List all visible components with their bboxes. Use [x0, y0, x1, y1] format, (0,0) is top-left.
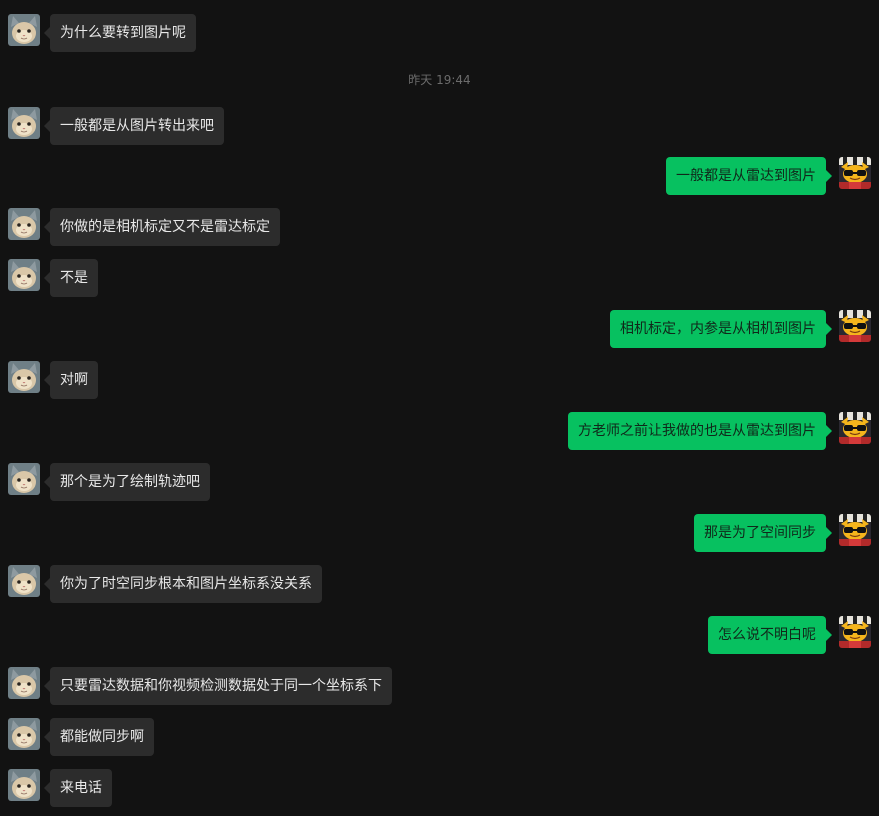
- outgoing-message: 相机标定，内参是从相机到图片: [0, 310, 879, 350]
- outgoing-message: 那是为了空间同步: [0, 514, 879, 554]
- incoming-message: 不是: [0, 259, 879, 299]
- cat-avatar-icon[interactable]: [8, 463, 40, 495]
- incoming-message: 你做的是相机标定又不是雷达标定: [0, 208, 879, 248]
- incoming-message: 那个是为了绘制轨迹吧: [0, 463, 879, 503]
- message-bubble[interactable]: 不是: [44, 259, 98, 297]
- outgoing-message: 怎么说不明白呢: [0, 616, 879, 656]
- cartoon-avatar-icon[interactable]: [839, 412, 871, 444]
- cat-avatar-icon[interactable]: [8, 667, 40, 699]
- cat-avatar-icon[interactable]: [8, 259, 40, 291]
- message-bubble[interactable]: 你为了时空同步根本和图片坐标系没关系: [44, 565, 322, 603]
- message-bubble[interactable]: 来电话: [44, 769, 112, 807]
- outgoing-message: 方老师之前让我做的也是从雷达到图片: [0, 412, 879, 452]
- message-bubble[interactable]: 你做的是相机标定又不是雷达标定: [44, 208, 280, 246]
- cat-avatar-icon[interactable]: [8, 718, 40, 750]
- message-bubble[interactable]: 都能做同步啊: [44, 718, 154, 756]
- message-bubble[interactable]: 一般都是从雷达到图片: [666, 157, 832, 195]
- cat-avatar-icon[interactable]: [8, 107, 40, 139]
- cat-avatar-icon[interactable]: [8, 14, 40, 46]
- incoming-message: 来电话: [0, 769, 879, 809]
- cat-avatar-icon[interactable]: [8, 769, 40, 801]
- cartoon-avatar-icon[interactable]: [839, 514, 871, 546]
- cat-avatar-icon[interactable]: [8, 208, 40, 240]
- cat-avatar-icon[interactable]: [8, 361, 40, 393]
- incoming-message: 都能做同步啊: [0, 718, 879, 758]
- incoming-message: 只要雷达数据和你视频检测数据处于同一个坐标系下: [0, 667, 879, 707]
- timestamp-divider: 昨天 19:44: [408, 73, 471, 87]
- cartoon-avatar-icon[interactable]: [839, 157, 871, 189]
- message-bubble[interactable]: 那是为了空间同步: [694, 514, 832, 552]
- cartoon-avatar-icon[interactable]: [839, 310, 871, 342]
- chat-message-list[interactable]: 昨天 19:44 为什么要转到图片呢 一般都是从图片转出来吧 一般都是从雷达到图…: [0, 0, 879, 816]
- message-bubble[interactable]: 方老师之前让我做的也是从雷达到图片: [568, 412, 832, 450]
- message-bubble[interactable]: 怎么说不明白呢: [708, 616, 832, 654]
- message-bubble[interactable]: 一般都是从图片转出来吧: [44, 107, 224, 145]
- message-bubble[interactable]: 只要雷达数据和你视频检测数据处于同一个坐标系下: [44, 667, 392, 705]
- message-bubble[interactable]: 那个是为了绘制轨迹吧: [44, 463, 210, 501]
- incoming-message: 你为了时空同步根本和图片坐标系没关系: [0, 565, 879, 605]
- cartoon-avatar-icon[interactable]: [839, 616, 871, 648]
- incoming-message: 为什么要转到图片呢: [0, 14, 879, 54]
- message-bubble[interactable]: 对啊: [44, 361, 98, 399]
- incoming-message: 对啊: [0, 361, 879, 401]
- outgoing-message: 一般都是从雷达到图片: [0, 157, 879, 197]
- message-bubble[interactable]: 相机标定，内参是从相机到图片: [610, 310, 832, 348]
- incoming-message: 一般都是从图片转出来吧: [0, 107, 879, 147]
- cat-avatar-icon[interactable]: [8, 565, 40, 597]
- message-bubble[interactable]: 为什么要转到图片呢: [44, 14, 196, 52]
